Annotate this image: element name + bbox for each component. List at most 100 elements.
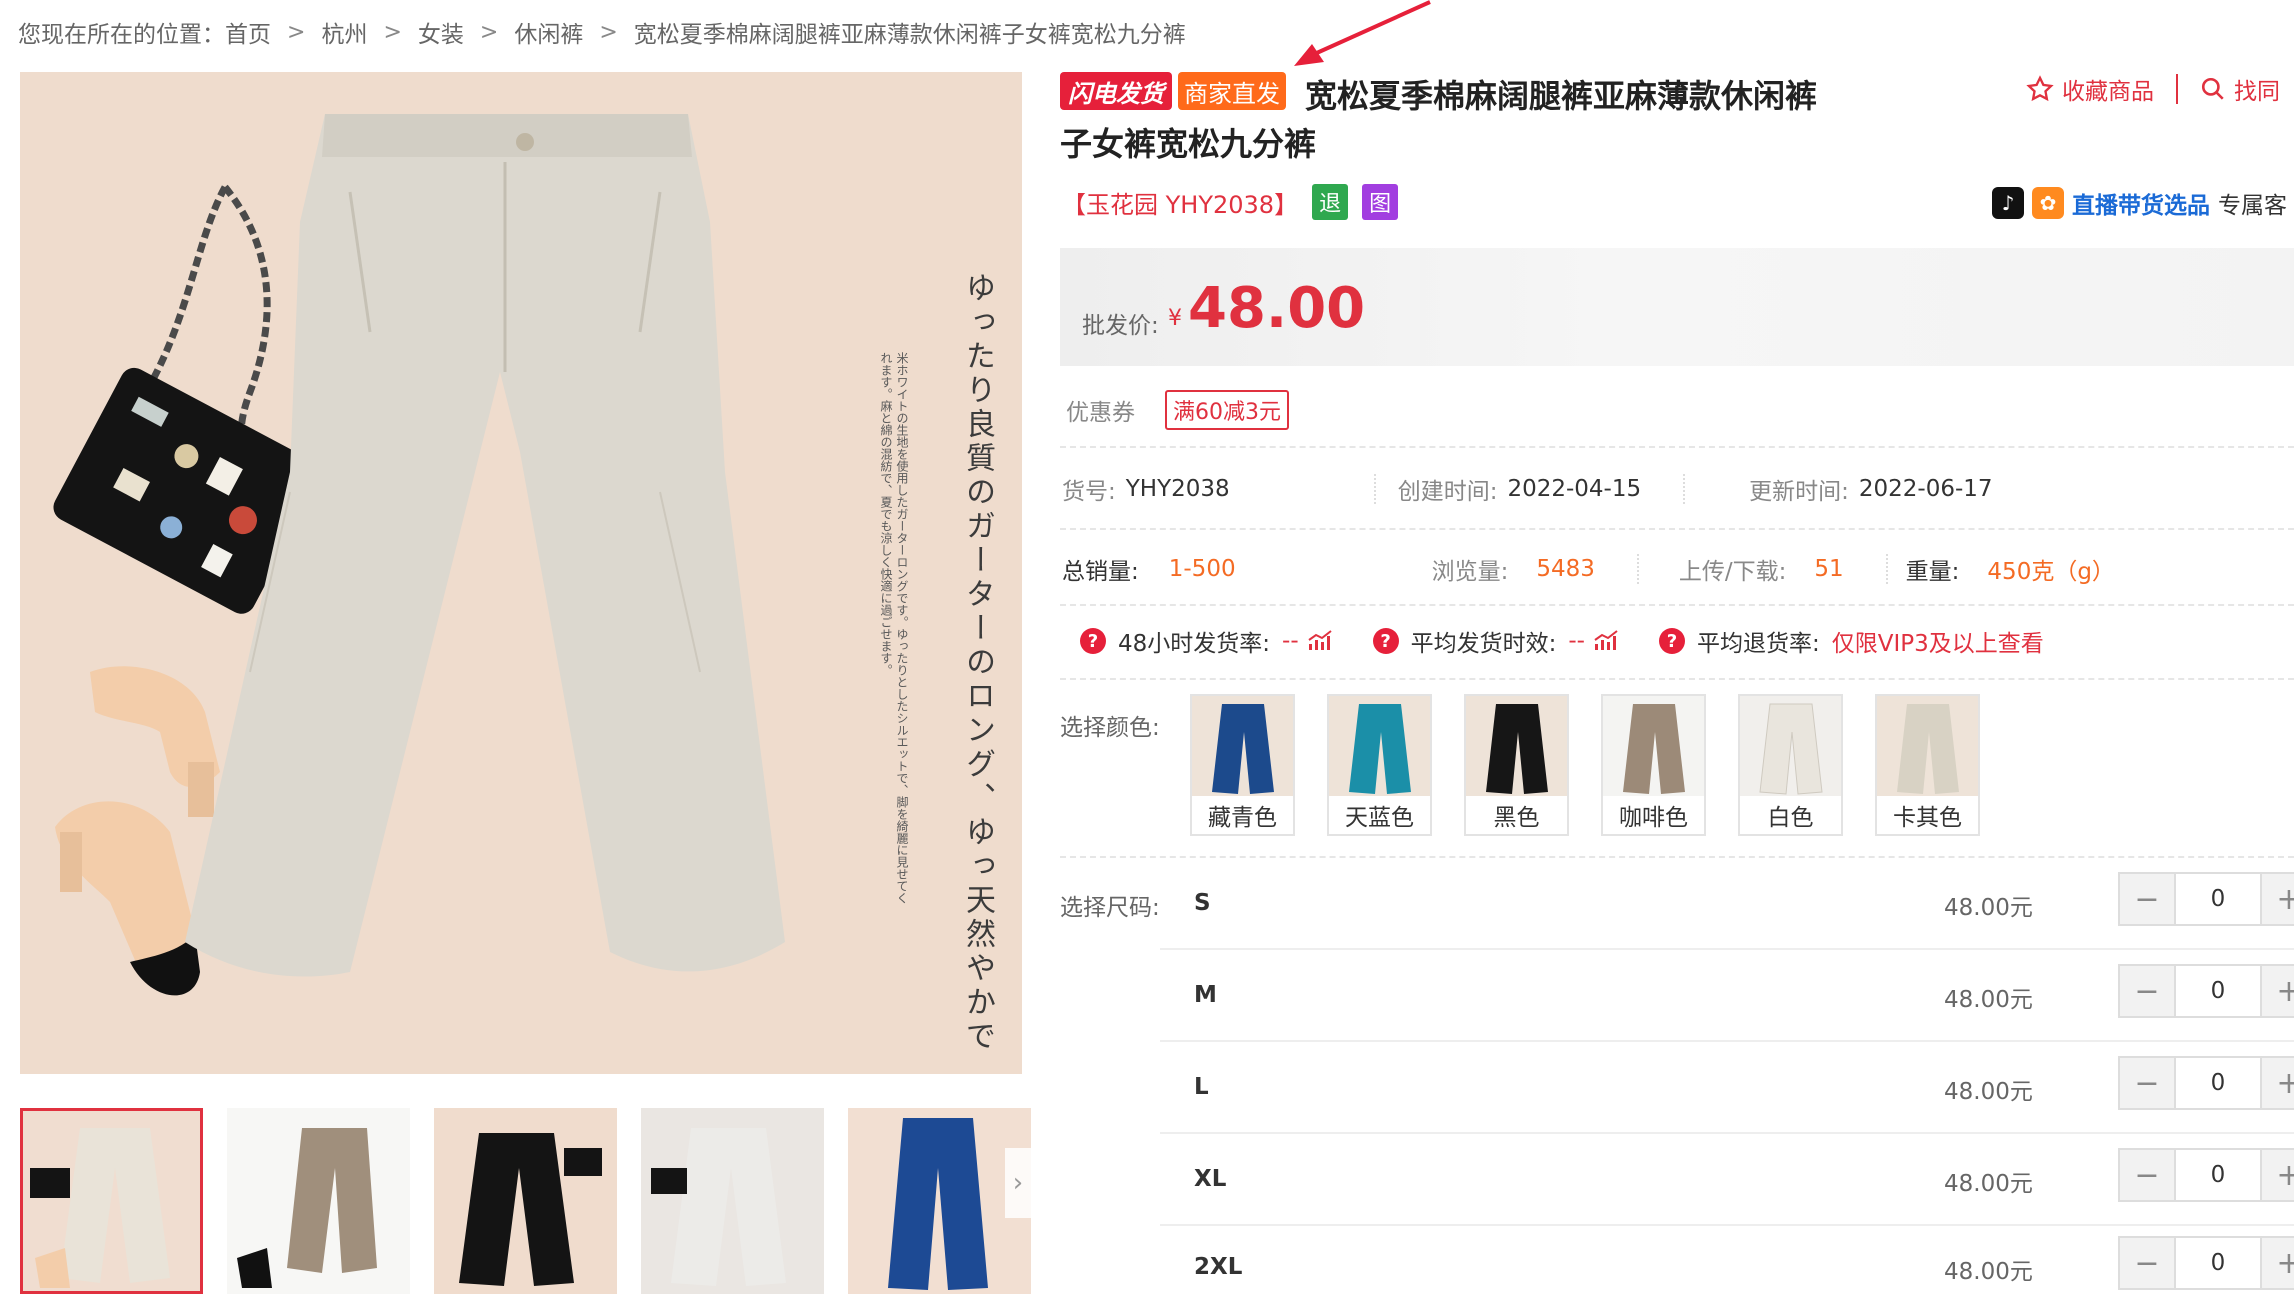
- favorite-button[interactable]: 收藏商品: [2062, 72, 2154, 106]
- decrement-button[interactable]: −: [2120, 1238, 2174, 1288]
- annotation-arrow-icon: [1294, 0, 1431, 66]
- size-price: 48.00元: [1944, 1171, 2033, 1197]
- coupon-tag[interactable]: 满60减3元: [1165, 390, 1289, 430]
- image-tag: 图: [1362, 184, 1399, 220]
- quantity-stepper: − 0 +: [2118, 1148, 2294, 1202]
- live-selection-tail: 专属客: [2218, 193, 2287, 219]
- avg-time-label: 平均发货时效:: [1410, 631, 1557, 657]
- kuaishou-icon[interactable]: ✿: [2032, 187, 2064, 219]
- shop-code[interactable]: 【玉花园 YHY2038】: [1062, 185, 1298, 220]
- increment-button[interactable]: +: [2262, 1150, 2294, 1200]
- quantity-input[interactable]: 0: [2174, 874, 2262, 924]
- price-value: 48.00: [1188, 276, 1366, 341]
- size-price: 48.00元: [1944, 987, 2033, 1013]
- question-icon[interactable]: ?: [1372, 628, 1399, 654]
- return-rate-value[interactable]: 仅限VIP3及以上查看: [1832, 624, 2044, 658]
- quantity-input[interactable]: 0: [2174, 1238, 2262, 1288]
- color-name: 天蓝色: [1345, 805, 1414, 831]
- size-row: 2XL 48.00元 − 0 +: [1160, 1222, 2294, 1314]
- thumbnail-3[interactable]: [434, 1108, 617, 1294]
- chevron-right-icon: >: [479, 19, 499, 45]
- divider: [1636, 554, 1639, 584]
- breadcrumb-city[interactable]: 杭州: [321, 15, 367, 49]
- size-name: M: [1194, 982, 1217, 1008]
- star-icon[interactable]: [2026, 75, 2054, 103]
- color-swatch-image: [1740, 696, 1841, 796]
- size-price: 48.00元: [1944, 895, 2033, 921]
- thumbnail-2[interactable]: [227, 1108, 410, 1294]
- title-badges: 闪电发货 商家直发: [1060, 72, 1286, 110]
- chevron-right-icon: >: [287, 19, 306, 45]
- color-swatch-image: [1329, 696, 1430, 796]
- main-product-image[interactable]: ゆったり良質のガーターのロング、ゆっ天然やかで 米ホワイトの生地を使用したガータ…: [20, 72, 1022, 1074]
- color-option[interactable]: 白色: [1738, 694, 1843, 836]
- size-row: XL 48.00元 − 0 +: [1160, 1134, 2294, 1226]
- breadcrumb-current: 宽松夏季棉麻阔腿裤亚麻薄款休闲裤子女裤宽松九分裤: [633, 22, 1186, 48]
- chevron-right-icon: >: [599, 19, 618, 45]
- question-icon[interactable]: ?: [1080, 628, 1106, 654]
- updated-label: 更新时间:: [1749, 479, 1849, 505]
- quantity-input[interactable]: 0: [2174, 966, 2262, 1016]
- breadcrumb: 您现在所在的位置： 首页 > 杭州 > 女装 > 休闲裤 > 宽松夏季棉麻阔腿裤…: [18, 14, 1186, 50]
- trend-chart-icon[interactable]: [1593, 630, 1619, 652]
- quantity-stepper: − 0 +: [2118, 964, 2294, 1018]
- live-selection-link[interactable]: 直播带货选品: [2072, 186, 2210, 220]
- item-no-label: 货号:: [1062, 479, 1116, 505]
- quantity-input[interactable]: 0: [2174, 1150, 2262, 1200]
- search-icon[interactable]: [2200, 76, 2226, 102]
- price-currency: ¥: [1168, 306, 1182, 331]
- color-name: 白色: [1767, 805, 1814, 831]
- chevron-right-icon[interactable]: ›: [1005, 1148, 1031, 1218]
- breadcrumb-home[interactable]: 首页: [225, 15, 271, 49]
- uploads-value: 51: [1814, 556, 1844, 582]
- shop-line: 【玉花园 YHY2038】 退 图: [1062, 184, 1399, 220]
- rate48-label: 48小时发货率:: [1118, 631, 1271, 657]
- weight-label: 重量:: [1905, 559, 1960, 585]
- decrement-button[interactable]: −: [2120, 1058, 2174, 1108]
- size-name: L: [1194, 1074, 1209, 1100]
- color-option[interactable]: 藏青色: [1190, 694, 1295, 836]
- increment-button[interactable]: +: [2262, 1058, 2294, 1108]
- increment-button[interactable]: +: [2262, 874, 2294, 924]
- flash-shipping-badge: 闪电发货: [1060, 72, 1172, 110]
- thumbnail-1[interactable]: [20, 1108, 203, 1294]
- tiktok-icon[interactable]: ♪: [1992, 187, 2024, 219]
- thumbnail-strip: ›: [20, 1108, 1031, 1294]
- decrement-button[interactable]: −: [2120, 874, 2174, 924]
- color-swatch-image: [1603, 696, 1704, 796]
- breadcrumb-subcategory[interactable]: 休闲裤: [514, 15, 583, 49]
- color-name: 藏青色: [1208, 805, 1277, 831]
- size-label: 选择尺码:: [1060, 895, 1160, 921]
- uploads-label: 上传/下载:: [1678, 559, 1787, 585]
- divider: [1885, 554, 1888, 584]
- color-options: 藏青色 天蓝色 黑色 咖啡色 白色 卡其色: [1190, 694, 1980, 836]
- quantity-stepper: − 0 +: [2118, 1236, 2294, 1290]
- rate48-value: --: [1282, 628, 1299, 654]
- decrement-button[interactable]: −: [2120, 966, 2174, 1016]
- color-option[interactable]: 咖啡色: [1601, 694, 1706, 836]
- weight-value: 450克（g）: [1987, 559, 2115, 585]
- color-option[interactable]: 黑色: [1464, 694, 1569, 836]
- size-price: 48.00元: [1944, 1079, 2033, 1105]
- color-option[interactable]: 卡其色: [1875, 694, 1980, 836]
- increment-button[interactable]: +: [2262, 1238, 2294, 1288]
- size-name: 2XL: [1194, 1254, 1243, 1280]
- views-label: 浏览量:: [1431, 559, 1509, 585]
- decrement-button[interactable]: −: [2120, 1150, 2174, 1200]
- thumbnail-4[interactable]: [641, 1108, 824, 1294]
- trend-chart-icon[interactable]: [1307, 630, 1333, 652]
- color-option[interactable]: 天蓝色: [1327, 694, 1432, 836]
- breadcrumb-category[interactable]: 女装: [418, 15, 464, 49]
- item-no-value: YHY2038: [1125, 476, 1230, 502]
- updated-value: 2022-06-17: [1858, 476, 1993, 502]
- return-rate-label: 平均退货率:: [1696, 631, 1820, 657]
- thumbnail-2-image: [227, 1108, 410, 1294]
- quantity-input[interactable]: 0: [2174, 1058, 2262, 1108]
- quantity-stepper: − 0 +: [2118, 1056, 2294, 1110]
- question-icon[interactable]: ?: [1658, 628, 1685, 654]
- find-similar-button[interactable]: 找同: [2234, 72, 2280, 106]
- increment-button[interactable]: +: [2262, 966, 2294, 1016]
- thumbnail-5[interactable]: ›: [848, 1108, 1031, 1294]
- views-value: 5483: [1536, 556, 1595, 582]
- image-small-text: 米ホワイトの生地を使用したガーターロングです。ゆったりとしたシルエットで、脚を綺…: [879, 352, 909, 904]
